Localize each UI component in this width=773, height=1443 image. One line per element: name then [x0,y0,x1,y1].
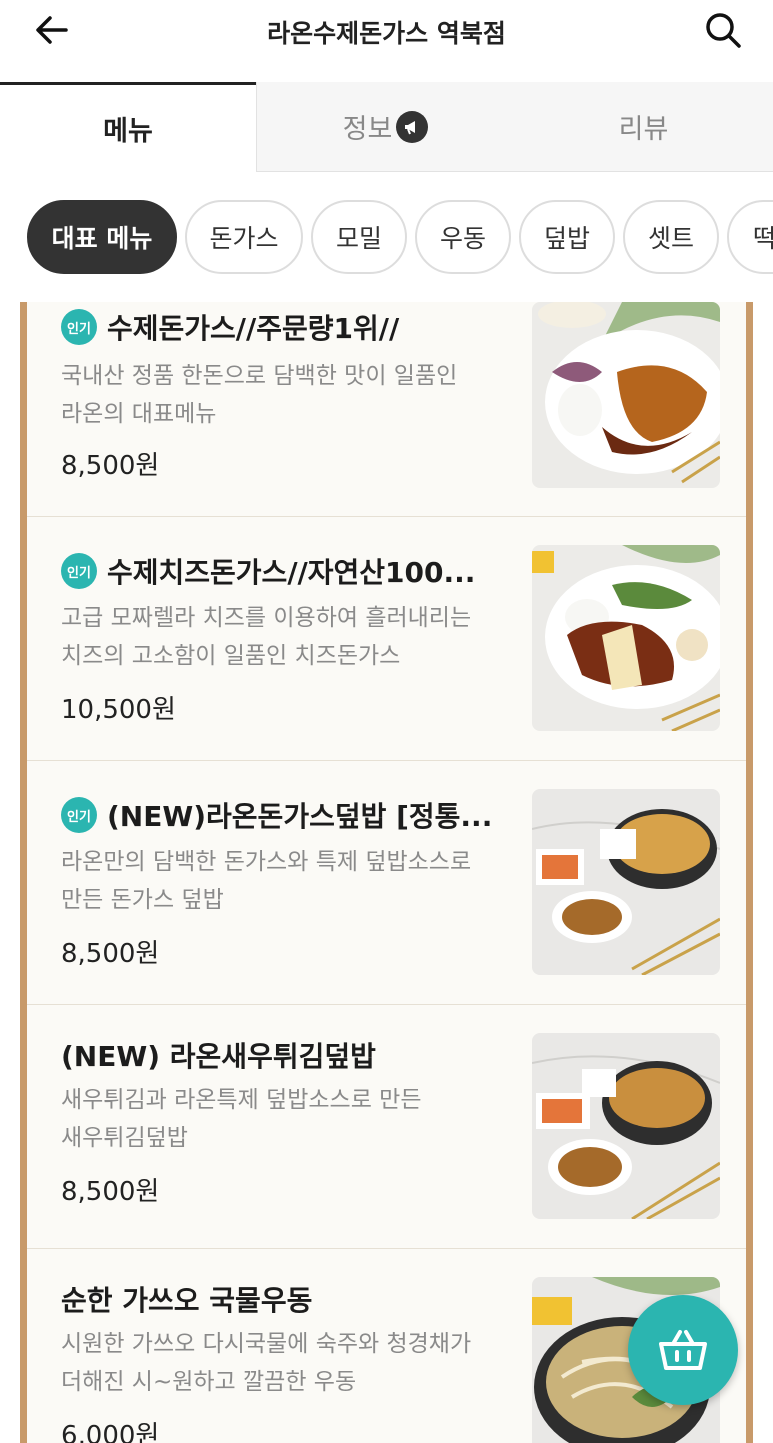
menu-list-frame: 인기 수제돈가스//주문량1위// 국내산 정품 한돈으로 담백한 맛이 일품인… [20,302,753,1443]
chip-memil[interactable]: 모밀 [311,200,407,274]
menu-item-price: 8,500원 [61,1177,160,1207]
menu-item-desc: 국내산 정품 한돈으로 담백한 맛이 일품인 라온의 대표메뉴 [61,363,458,427]
cart-button[interactable] [628,1295,738,1405]
search-icon [706,13,741,48]
menu-item-price: 6,000원 [61,1421,160,1443]
chip-signature-menu[interactable]: 대표 메뉴 [27,200,177,274]
megaphone-icon [396,110,429,143]
menu-item-desc: 라온만의 담백한 돈가스와 특제 덮밥소스로 만든 돈가스 덮밥 [61,849,472,913]
tab-menu[interactable]: 메뉴 [0,82,256,172]
basket-icon [659,1330,707,1370]
chip-set[interactable]: 셋트 [623,200,719,274]
search-button[interactable] [701,8,745,52]
menu-item-price: 10,500원 [61,695,176,725]
menu-item-desc: 새우튀김과 라온특제 덮밥소스로 만든 새우튀김덮밥 [61,1087,422,1151]
popular-badge: 인기 [61,797,97,833]
menu-item-name: (NEW) 라온새우튀김덮밥 [61,1040,376,1073]
page-title: 라온수제돈가스 역북점 [267,19,506,48]
chip-udon[interactable]: 우동 [415,200,511,274]
tab-review[interactable]: 리뷰 [514,82,773,172]
popular-badge: 인기 [61,309,97,345]
popular-badge: 인기 [61,553,97,589]
category-chips: 대표 메뉴 돈가스 모밀 우동 덮밥 셋트 떡 [0,172,773,302]
food-photo [532,302,720,488]
menu-item[interactable]: (NEW) 라온새우튀김덮밥 새우튀김과 라온특제 덮밥소스로 만든 새우튀김덮… [27,1005,746,1249]
menu-item-desc: 고급 모짜렐라 치즈를 이용하여 흘러내리는 치즈의 고소함이 일품인 치즈돈가… [61,605,472,669]
menu-item-name: 인기 수제돈가스//주문량1위// [61,307,399,347]
food-photo [532,1033,720,1219]
tab-info[interactable]: 정보 [256,82,514,172]
food-photo [532,789,720,975]
menu-item-name: 인기 (NEW)라온돈가스덮밥 [정통... [61,795,492,835]
chip-deopbap[interactable]: 덮밥 [519,200,615,274]
menu-item-name: 순한 가쓰오 국물우동 [61,1284,313,1317]
menu-item[interactable]: 인기 수제치즈돈가스//자연산100... 고급 모짜렐라 치즈를 이용하여 흘… [27,517,746,761]
menu-item-price: 8,500원 [61,451,160,481]
menu-item[interactable]: 인기 (NEW)라온돈가스덮밥 [정통... 라온만의 담백한 돈가스와 특제 … [27,761,746,1005]
food-photo [532,545,720,731]
menu-item-desc: 시원한 가쓰오 다시국물에 숙주와 청경채가 더해진 시~원하고 깔끔한 우동 [61,1331,472,1395]
menu-item[interactable]: 인기 수제돈가스//주문량1위// 국내산 정품 한돈으로 담백한 맛이 일품인… [27,302,746,517]
menu-item-name: 인기 수제치즈돈가스//자연산100... [61,551,475,591]
chip-tteok[interactable]: 떡 [727,200,773,274]
chip-donkatsu[interactable]: 돈가스 [185,200,303,274]
store-tabs: 메뉴 정보 리뷰 [0,82,773,172]
app-header: 라온수제돈가스 역북점 [0,0,773,64]
menu-item-price: 8,500원 [61,939,160,969]
menu-list: 인기 수제돈가스//주문량1위// 국내산 정품 한돈으로 담백한 맛이 일품인… [27,302,746,1443]
